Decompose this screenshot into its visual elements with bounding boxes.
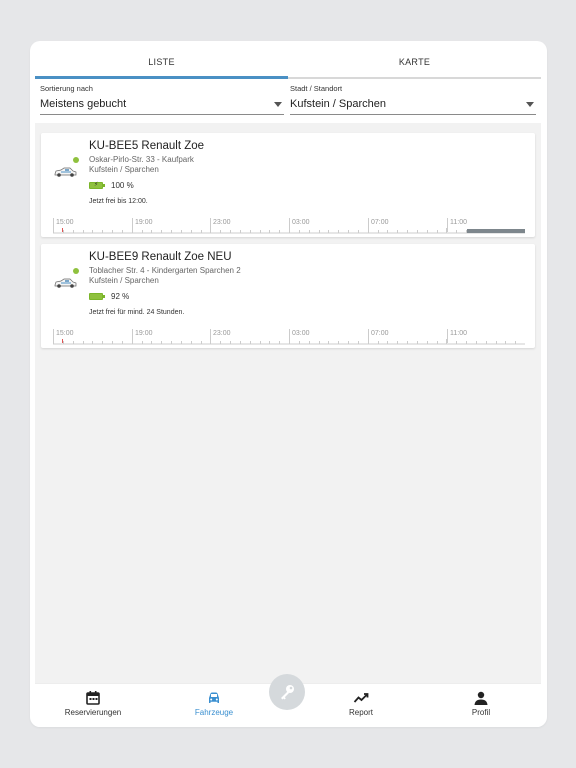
city-select[interactable]: Stadt / Standort Kufstein / Sparchen: [290, 83, 536, 115]
sort-value: Meistens gebucht: [40, 98, 127, 110]
vehicle-address: Oskar-Pirlo-Str. 33 - Kaufpark: [89, 155, 194, 164]
sort-select[interactable]: Sortierung nach Meistens gebucht: [40, 83, 284, 115]
vehicle-title: KU-BEE5 Renault Zoe: [89, 140, 205, 152]
battery-icon: [89, 293, 105, 300]
availability-text: Jetzt frei bis 12:00.: [89, 198, 148, 205]
tab-bar: LISTE KARTE: [35, 49, 541, 79]
availability-timeline[interactable]: 15:00 19:00 23:00 03:00 07:00 11:00: [53, 327, 525, 345]
availability-timeline[interactable]: 15:00 19:00 23:00 03:00 07:00 11:00: [53, 216, 525, 234]
sort-label: Sortierung nach: [40, 84, 93, 93]
vehicle-city: Kufstein / Sparchen: [89, 165, 159, 174]
timeline-now-marker: [62, 339, 63, 343]
vehicle-address: Toblacher Str. 4 - Kindergarten Sparchen…: [89, 266, 241, 275]
key-fab-button[interactable]: [269, 674, 305, 710]
timeline-now-marker: [62, 228, 63, 232]
chart-line-icon: [353, 693, 369, 703]
charging-bolt-icon: ⚡: [94, 182, 99, 188]
key-icon: [281, 685, 294, 700]
filter-bar: Sortierung nach Meistens gebucht Stadt /…: [40, 83, 536, 115]
tab-karte[interactable]: KARTE: [288, 49, 541, 79]
battery-icon: ⚡: [89, 182, 105, 189]
nav-fahrzeuge[interactable]: Fahrzeuge: [164, 684, 264, 727]
nav-report[interactable]: Report: [311, 684, 411, 727]
vehicle-city: Kufstein / Sparchen: [89, 276, 159, 285]
nav-label: Profil: [471, 708, 491, 717]
city-label: Stadt / Standort: [290, 84, 343, 93]
nav-label: Report: [348, 708, 373, 717]
battery-percent: 92 %: [111, 292, 130, 301]
active-tab-indicator: [35, 76, 288, 79]
chevron-down-icon: [274, 102, 282, 107]
timeline-booked-block: [467, 229, 525, 233]
app-window: LISTE KARTE Sortierung nach Meistens geb…: [30, 41, 547, 727]
car-icon: [209, 692, 219, 703]
chevron-down-icon: [526, 102, 534, 107]
nav-label: Reservierungen: [64, 708, 122, 717]
vehicle-title: KU-BEE9 Renault Zoe NEU: [89, 251, 232, 263]
availability-text: Jetzt frei für mind. 24 Stunden.: [89, 309, 185, 316]
nav-reservierungen[interactable]: Reservierungen: [43, 684, 143, 727]
status-dot: [73, 268, 79, 274]
battery-percent: 100 %: [111, 181, 134, 190]
vehicle-card[interactable]: KU-BEE5 Renault Zoe Oskar-Pirlo-Str. 33 …: [41, 133, 535, 237]
city-value: Kufstein / Sparchen: [290, 98, 387, 110]
vehicle-list: KU-BEE5 Renault Zoe Oskar-Pirlo-Str. 33 …: [35, 123, 541, 683]
timeline-ticks: [53, 339, 525, 345]
person-icon: [474, 691, 488, 705]
status-dot: [73, 157, 79, 163]
tab-liste[interactable]: LISTE: [35, 49, 288, 79]
nav-profil[interactable]: Profil: [431, 684, 531, 727]
calendar-icon: [86, 691, 100, 705]
timeline-ticks: [53, 228, 525, 234]
car-icon: [54, 167, 77, 177]
nav-label: Fahrzeuge: [194, 708, 234, 717]
vehicle-card[interactable]: KU-BEE9 Renault Zoe NEU Toblacher Str. 4…: [41, 244, 535, 348]
tab-divider: [288, 77, 541, 79]
car-icon: [54, 278, 77, 288]
